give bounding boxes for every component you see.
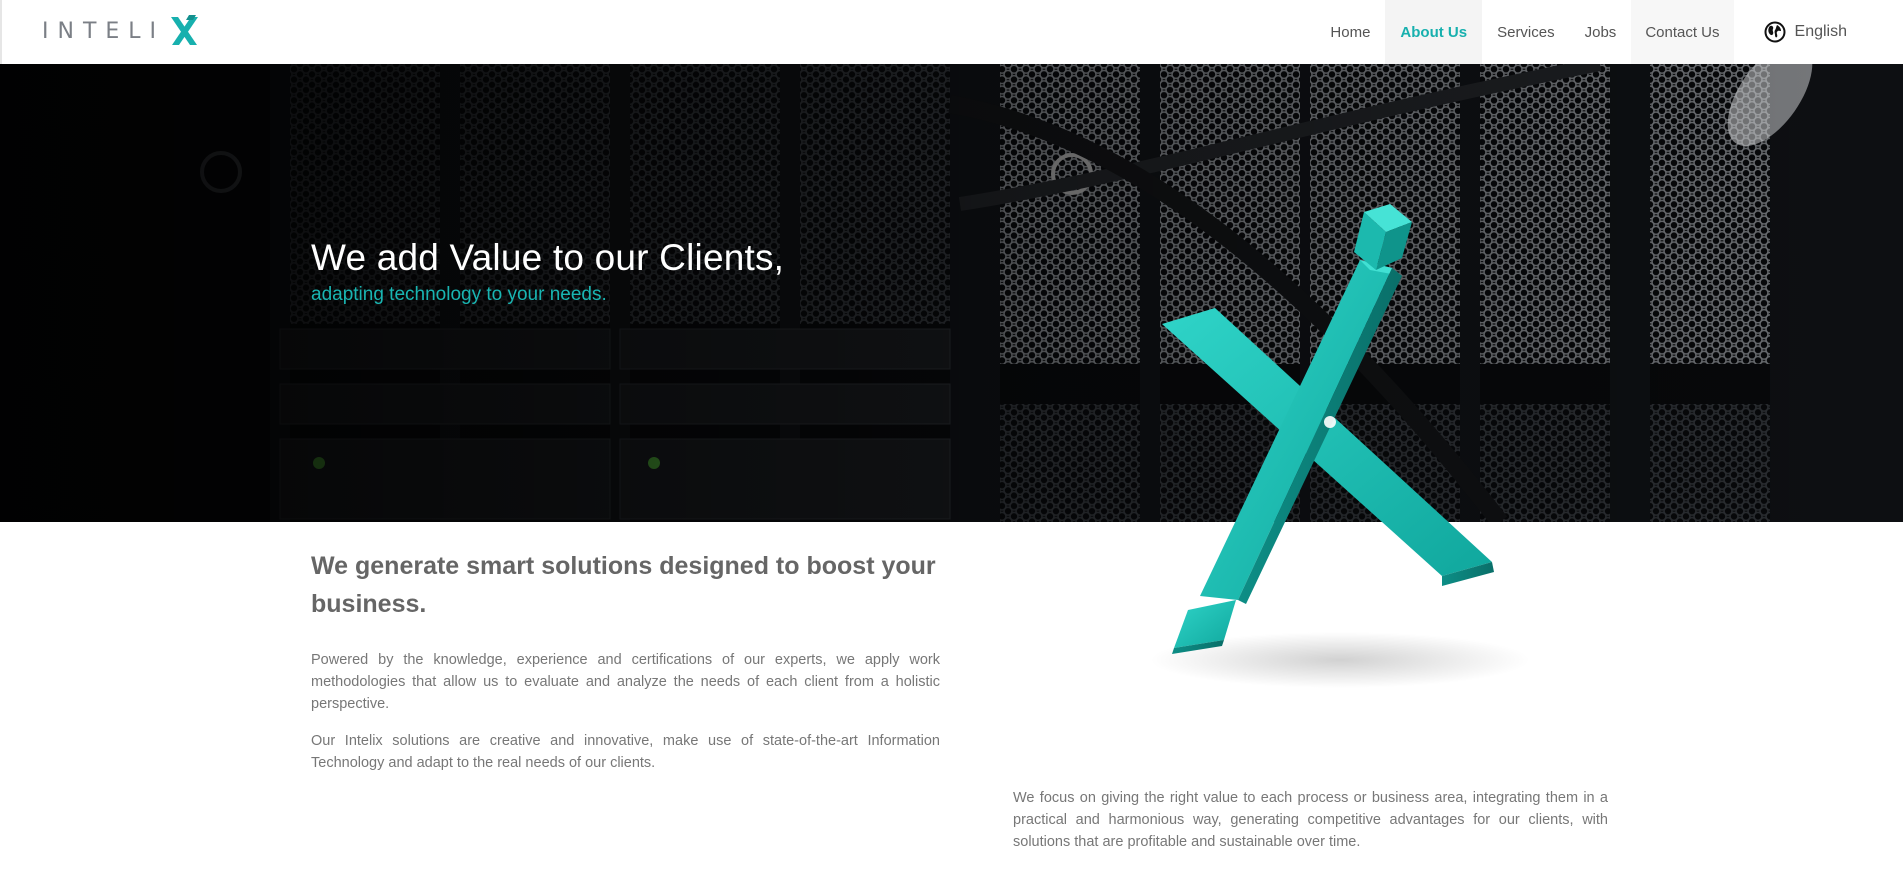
paragraph-solutions: Our Intelix solutions are creative and i… xyxy=(311,733,940,771)
main-nav: Home About Us Services Jobs Contact Us E… xyxy=(1315,0,1903,64)
section-headline: We generate smart solutions designed to … xyxy=(311,552,936,618)
site-header: INTELI Home About Us Services Jobs Conta… xyxy=(0,0,1903,64)
paragraph-value: We focus on giving the right value to ea… xyxy=(1013,790,1608,850)
logo-x-icon xyxy=(171,15,199,45)
hero-banner: We add Value to our Clients, adapting te… xyxy=(0,64,1903,522)
nav-home[interactable]: Home xyxy=(1315,0,1385,64)
paragraph-experts: Powered by the knowledge, experience and… xyxy=(311,652,940,712)
intelix-x-graphic xyxy=(1150,204,1530,688)
hero-subtitle: adapting technology to your needs. xyxy=(311,284,607,305)
language-selector[interactable]: English xyxy=(1734,0,1903,64)
hero-title: We add Value to our Clients, xyxy=(311,237,785,278)
logo-text: INTELI xyxy=(42,18,166,44)
brand-logo[interactable]: INTELI xyxy=(42,13,201,49)
nav-jobs[interactable]: Jobs xyxy=(1570,0,1632,64)
language-label: English xyxy=(1794,23,1847,40)
nav-contact-us[interactable]: Contact Us xyxy=(1631,0,1734,64)
nav-services[interactable]: Services xyxy=(1482,0,1570,64)
globe-icon xyxy=(1764,21,1786,43)
nav-about-us[interactable]: About Us xyxy=(1385,0,1483,64)
server-rack-background xyxy=(0,64,1903,522)
